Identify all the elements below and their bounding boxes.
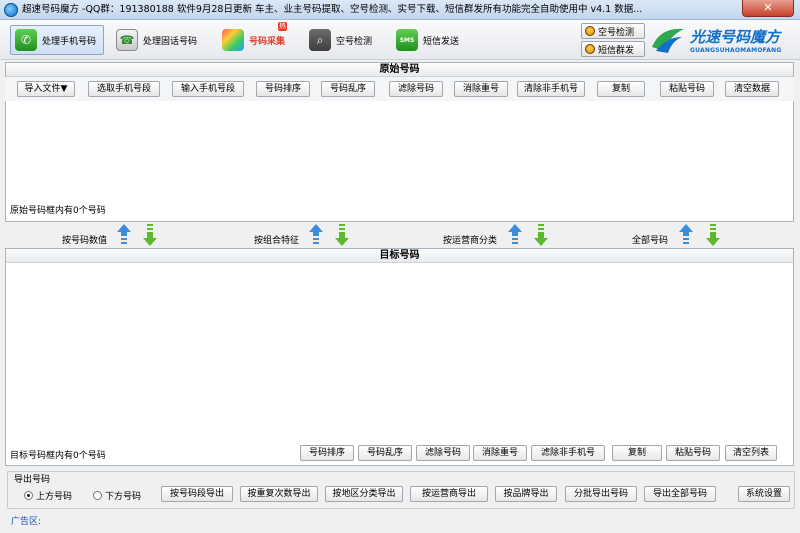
brand-logo-icon bbox=[652, 28, 684, 53]
export-group-label: 导出号码 bbox=[12, 472, 53, 485]
select-mobile-segment-button[interactable]: 选取手机号段 bbox=[88, 81, 160, 97]
source-panel-title: 原始号码 bbox=[6, 63, 793, 77]
side-sms-broadcast-label: 短信群发 bbox=[598, 45, 635, 56]
shuffle-numbers-button[interactable]: 号码乱序 bbox=[321, 81, 375, 97]
side-empty-check-label: 空号检测 bbox=[598, 27, 635, 38]
target-filter-button[interactable]: 滤除号码 bbox=[416, 445, 470, 461]
input-mobile-segment-button[interactable]: 输入手机号段 bbox=[172, 81, 244, 97]
tab-process-mobile[interactable]: ✆ 处理手机号码 bbox=[10, 25, 104, 55]
export-by-repeat-count-button[interactable]: 按重复次数导出 bbox=[240, 486, 318, 502]
export-in-batches-button[interactable]: 分批导出号码 bbox=[565, 486, 637, 502]
tab-number-collect-label: 号码采集 bbox=[249, 36, 286, 47]
export-by-carrier-button[interactable]: 按运营商导出 bbox=[410, 486, 488, 502]
radio-unselected-icon bbox=[93, 491, 102, 500]
brand-name: 光速号码魔方 bbox=[690, 28, 781, 46]
tab-number-collect[interactable]: 号码采集 热 bbox=[218, 22, 296, 55]
ad-area-label: 广告区: bbox=[11, 517, 42, 527]
qq-icon bbox=[585, 26, 595, 36]
tab-process-landline[interactable]: ☎ 处理固话号码 bbox=[112, 25, 204, 55]
move-up-arrow-icon[interactable] bbox=[308, 223, 324, 247]
export-all-button[interactable]: 导出全部号码 bbox=[644, 486, 716, 502]
sort-numbers-button[interactable]: 号码排序 bbox=[256, 81, 310, 97]
filter-numbers-button[interactable]: 滤除号码 bbox=[389, 81, 443, 97]
target-count-text: 目标号码框内有0个号码 bbox=[10, 451, 106, 461]
move-by-value-label: 按号码数值 bbox=[62, 236, 108, 246]
tab-process-landline-label: 处理固话号码 bbox=[143, 36, 198, 47]
target-copy-button[interactable]: 复制 bbox=[612, 445, 662, 461]
move-up-arrow-icon[interactable] bbox=[678, 223, 694, 247]
target-filter-non-mobile-button[interactable]: 滤除非手机号 bbox=[531, 445, 605, 461]
app-icon bbox=[4, 3, 18, 17]
telephone-icon: ☎ bbox=[116, 29, 138, 51]
title-bar: 超速号码魔方 -QQ群：191380188 软件9月28日更新 车主、业主号码提… bbox=[0, 0, 800, 20]
export-by-brand-button[interactable]: 按品牌导出 bbox=[495, 486, 557, 502]
target-clear-list-button[interactable]: 清空列表 bbox=[725, 445, 777, 461]
target-sort-button[interactable]: 号码排序 bbox=[300, 445, 354, 461]
tab-sms-send[interactable]: SMS 短信发送 bbox=[392, 25, 464, 55]
sms-icon: SMS bbox=[396, 29, 418, 51]
move-down-arrow-icon[interactable] bbox=[142, 223, 158, 247]
radio-lower-label: 下方号码 bbox=[105, 492, 142, 502]
paste-numbers-button[interactable]: 粘贴号码 bbox=[660, 81, 714, 97]
radio-upper-label: 上方号码 bbox=[36, 492, 73, 502]
export-by-region-button[interactable]: 按地区分类导出 bbox=[325, 486, 403, 502]
hot-badge: 热 bbox=[278, 22, 287, 31]
tab-sms-send-label: 短信发送 bbox=[423, 36, 460, 47]
phone-icon: ✆ bbox=[15, 29, 37, 51]
clear-non-mobile-button[interactable]: 清除非手机号 bbox=[517, 81, 585, 97]
tab-empty-number-check[interactable]: ⌕ 空号检测 bbox=[305, 25, 375, 55]
radio-upper-numbers[interactable]: 上方号码 bbox=[24, 489, 72, 502]
move-up-arrow-icon[interactable] bbox=[116, 223, 132, 247]
magnifier-icon: ⌕ bbox=[309, 29, 331, 51]
remove-duplicates-button[interactable]: 消除重号 bbox=[454, 81, 508, 97]
move-up-arrow-icon[interactable] bbox=[507, 223, 523, 247]
move-down-arrow-icon[interactable] bbox=[334, 223, 350, 247]
move-by-combination-label: 按组合特征 bbox=[254, 236, 300, 246]
import-file-dropdown[interactable]: 导入文件▼ bbox=[17, 81, 75, 97]
side-empty-check-button[interactable]: 空号检测 bbox=[581, 23, 645, 39]
target-shuffle-button[interactable]: 号码乱序 bbox=[358, 445, 412, 461]
target-remove-duplicates-button[interactable]: 消除重号 bbox=[473, 445, 527, 461]
close-window-button[interactable]: ✕ bbox=[742, 0, 794, 17]
target-numbers-textarea[interactable] bbox=[6, 263, 793, 441]
move-down-arrow-icon[interactable] bbox=[533, 223, 549, 247]
target-paste-button[interactable]: 粘贴号码 bbox=[666, 445, 720, 461]
source-button-bar: 导入文件▼ 选取手机号段 输入手机号段 号码排序 号码乱序 滤除号码 消除重号 … bbox=[5, 77, 794, 101]
copy-button[interactable]: 复制 bbox=[597, 81, 645, 97]
radio-selected-icon bbox=[24, 491, 33, 500]
move-by-carrier-label: 按运营商分类 bbox=[443, 236, 498, 246]
qq-icon bbox=[585, 44, 595, 54]
system-settings-button[interactable]: 系统设置 bbox=[738, 486, 790, 502]
move-down-arrow-icon[interactable] bbox=[705, 223, 721, 247]
target-panel-title: 目标号码 bbox=[6, 249, 793, 263]
move-all-label: 全部号码 bbox=[632, 236, 669, 246]
source-count-text: 原始号码框内有0个号码 bbox=[10, 206, 106, 216]
box-icon bbox=[222, 29, 244, 51]
side-sms-broadcast-button[interactable]: 短信群发 bbox=[581, 41, 645, 57]
source-numbers-textarea[interactable] bbox=[6, 101, 793, 201]
radio-lower-numbers[interactable]: 下方号码 bbox=[93, 489, 141, 502]
brand-subtitle: GUANGSUHAOMAMOFANG bbox=[690, 47, 782, 54]
tab-process-mobile-label: 处理手机号码 bbox=[42, 36, 97, 47]
clear-data-button[interactable]: 清空数据 bbox=[725, 81, 779, 97]
window-title: 超速号码魔方 -QQ群：191380188 软件9月28日更新 车主、业主号码提… bbox=[22, 4, 643, 15]
tab-empty-number-check-label: 空号检测 bbox=[336, 36, 373, 47]
export-by-segment-button[interactable]: 按号码段导出 bbox=[161, 486, 233, 502]
brand-logo-area: 光速号码魔方 GUANGSUHAOMAMOFANG bbox=[650, 21, 800, 59]
